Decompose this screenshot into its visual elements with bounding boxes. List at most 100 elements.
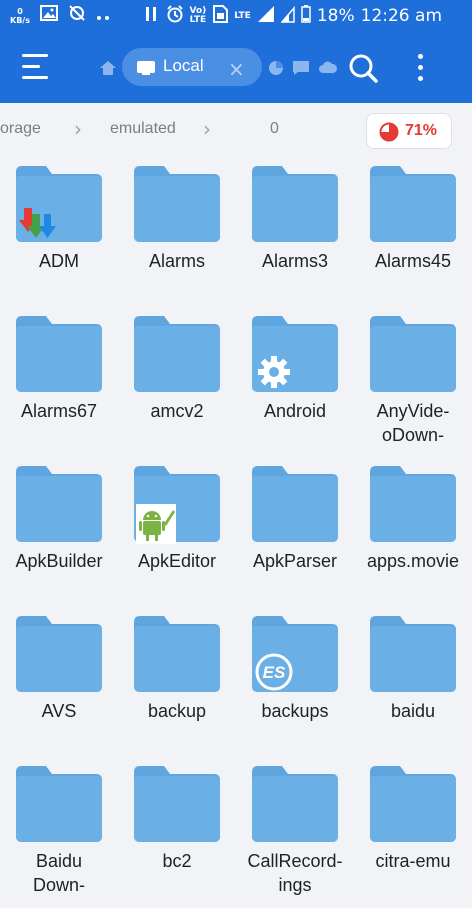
- folder-item[interactable]: ApkBuilder: [0, 458, 118, 608]
- folder-icon: [370, 316, 456, 392]
- breadcrumb: orage › emulated › 0 71%: [0, 104, 472, 156]
- folder-item[interactable]: Baidu Down-: [0, 758, 118, 908]
- chevron-right-icon: ›: [203, 117, 211, 141]
- folder-icon: [16, 316, 102, 392]
- folder-item[interactable]: AVS: [0, 608, 118, 758]
- folder-name: AVS: [41, 701, 77, 721]
- folder-name: baidu: [390, 701, 436, 721]
- lte-signal-label: LTE: [234, 10, 251, 21]
- folder-name: apps.movie: [366, 551, 460, 571]
- folder-name: Alarms: [148, 251, 205, 271]
- folder-name: backup: [147, 701, 207, 721]
- folder-icon: [252, 166, 338, 242]
- sim-icon: [212, 5, 229, 27]
- search-icon[interactable]: [348, 53, 378, 88]
- signal-icon: [257, 5, 275, 27]
- tablet-icon: [136, 60, 156, 81]
- folder-name: Alarms3: [261, 251, 328, 271]
- battery-percent: 18%: [316, 6, 355, 26]
- folder-item[interactable]: Alarms: [118, 158, 236, 308]
- folder-name: ADM: [39, 251, 79, 271]
- cloud-tab-icon[interactable]: [318, 60, 338, 79]
- folder-item[interactable]: Alarms45: [354, 158, 472, 308]
- folder-icon: [252, 766, 338, 842]
- apk-editor-icon: [136, 504, 176, 549]
- folder-name: citra-emu: [375, 851, 451, 871]
- breadcrumb-item-storage[interactable]: orage: [0, 120, 41, 138]
- folder-name: Android: [263, 401, 327, 421]
- breadcrumb-item-emulated[interactable]: emulated: [110, 120, 176, 138]
- close-icon[interactable]: ×: [228, 57, 245, 81]
- network-speed-unit: KB/s: [10, 15, 30, 25]
- folder-name: Alarms67: [20, 401, 98, 421]
- folder-name: amcv2: [150, 401, 204, 421]
- menu-icon[interactable]: [22, 54, 50, 80]
- folder-name: AnyVide- oDown-: [376, 401, 450, 445]
- storage-percent: 71%: [405, 122, 438, 139]
- network-speed-value: 0: [17, 6, 23, 16]
- folder-name: Baidu Down-: [32, 851, 85, 895]
- folder-icon: [370, 166, 456, 242]
- folder-item[interactable]: Android: [236, 308, 354, 458]
- adm-badge-icon: [18, 206, 60, 247]
- folder-icon: [134, 616, 220, 692]
- folder-item[interactable]: Alarms3: [236, 158, 354, 308]
- more-options-icon[interactable]: [415, 53, 425, 83]
- analysis-tab-icon[interactable]: [268, 60, 284, 81]
- folder-item[interactable]: ApkParser: [236, 458, 354, 608]
- folder-name: Alarms45: [374, 251, 452, 271]
- status-bar: 0 KB/s Vo) LTE LTE 18% 12:26 am: [0, 0, 472, 32]
- home-icon[interactable]: [99, 60, 117, 81]
- more-notifications-icon: [96, 6, 110, 26]
- folder-item[interactable]: apps.movie: [354, 458, 472, 608]
- folder-icon: [16, 466, 102, 542]
- status-right: Vo) LTE LTE 18% 12:26 am: [144, 5, 442, 27]
- folder-item[interactable]: Alarms67: [0, 308, 118, 458]
- folder-item[interactable]: backup: [118, 608, 236, 758]
- folder-item[interactable]: CallRecord- ings: [236, 758, 354, 908]
- es-logo-icon: ES: [254, 652, 294, 697]
- mute-icon: [144, 5, 160, 27]
- folder-icon: [134, 316, 220, 392]
- volte-icon: Vo) LTE: [189, 6, 207, 25]
- folder-name: ApkParser: [252, 551, 338, 571]
- folder-item[interactable]: amcv2: [118, 308, 236, 458]
- tab-local[interactable]: Local ×: [122, 48, 262, 86]
- gear-icon: [256, 354, 292, 395]
- sync-off-icon: [68, 4, 86, 27]
- folder-item[interactable]: ApkEditor: [118, 458, 236, 608]
- folder-name: CallRecord- ings: [247, 851, 343, 895]
- tab-label: Local: [163, 56, 204, 75]
- folder-item[interactable]: bc2: [118, 758, 236, 908]
- folder-icon: [370, 466, 456, 542]
- status-left: 0 KB/s: [10, 4, 110, 27]
- folder-name: bc2: [162, 851, 192, 871]
- alarm-icon: [166, 5, 184, 27]
- folder-icon: [134, 166, 220, 242]
- pie-chart-icon: [379, 122, 399, 147]
- battery-icon: [301, 5, 311, 27]
- storage-usage-badge[interactable]: 71%: [366, 113, 452, 149]
- folder-icon: [16, 766, 102, 842]
- chat-tab-icon[interactable]: [292, 60, 310, 81]
- svg-text:ES: ES: [263, 663, 286, 682]
- signal-2-icon: [280, 5, 295, 27]
- folder-item[interactable]: AnyVide- oDown-: [354, 308, 472, 458]
- breadcrumb-item-0[interactable]: 0: [270, 120, 279, 138]
- folder-name: backups: [261, 701, 329, 721]
- folder-item[interactable]: citra-emu: [354, 758, 472, 908]
- folder-item[interactable]: baidu: [354, 608, 472, 758]
- clock: 12:26 am: [360, 6, 442, 26]
- folder-icon: [370, 766, 456, 842]
- app-toolbar: Local ×: [0, 32, 472, 103]
- gallery-icon: [39, 5, 58, 26]
- folder-icon: [252, 466, 338, 542]
- chevron-right-icon: ›: [74, 117, 82, 141]
- folder-icon: [370, 616, 456, 692]
- folder-icon: [134, 766, 220, 842]
- folder-item[interactable]: ADM: [0, 158, 118, 308]
- network-speed: 0 KB/s: [10, 7, 30, 25]
- folder-icon: [16, 616, 102, 692]
- folder-name: ApkBuilder: [15, 551, 103, 571]
- folder-item[interactable]: ES backups: [236, 608, 354, 758]
